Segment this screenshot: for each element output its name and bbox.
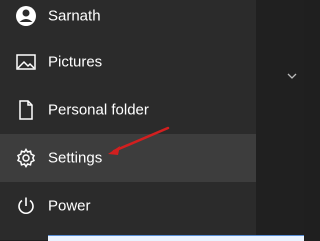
pictures-icon [14,50,38,74]
personal-folder-label: Personal folder [48,101,149,119]
taskbar-search-edge [48,235,304,241]
document-icon [14,98,38,122]
user-avatar-icon [14,4,38,28]
user-account-label: Sarnath [48,7,101,25]
power-icon [14,194,38,218]
user-account-item[interactable]: Sarnath [0,0,256,40]
settings-label: Settings [48,149,103,167]
tiles-pane [256,0,304,240]
gear-icon [14,146,38,170]
start-menu-sidebar: Sarnath Pictures Personal folder Setting… [0,0,256,240]
chevron-down-icon[interactable] [286,70,298,82]
power-item[interactable]: Power [0,182,256,230]
annotation-arrow-icon [108,126,170,155]
power-label: Power [48,197,91,215]
pictures-label: Pictures [48,53,103,71]
pictures-item[interactable]: Pictures [0,38,256,86]
